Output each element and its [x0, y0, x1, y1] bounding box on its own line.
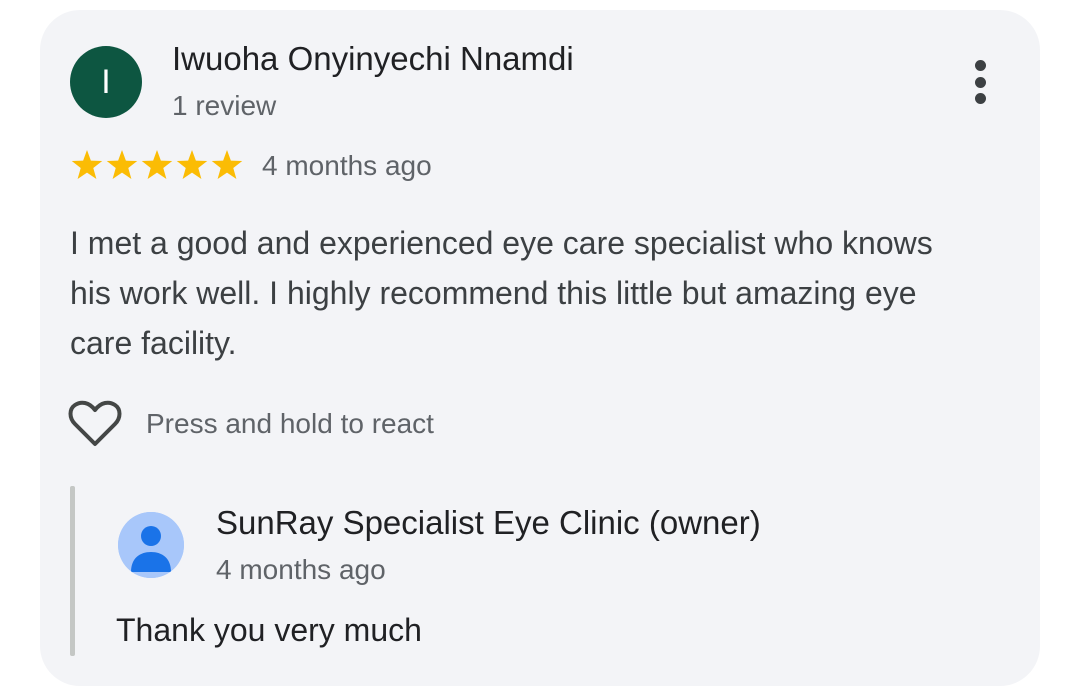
review-text: I met a good and experienced eye care sp… — [70, 225, 933, 361]
star-icon — [176, 150, 208, 179]
star-icon — [71, 150, 103, 179]
reviewer-name[interactable]: Iwuoha Onyinyechi Nnamdi — [172, 40, 574, 78]
reviewer-review-count: 1 review — [172, 90, 277, 121]
review-time: 4 months ago — [262, 150, 432, 181]
react-button[interactable]: Press and hold to react — [68, 400, 434, 448]
react-label: Press and hold to react — [146, 408, 434, 439]
star-rating — [70, 148, 244, 182]
more-vert-icon — [974, 60, 986, 71]
review-card: I Iwuoha Onyinyechi Nnamdi 1 review 4 mo… — [40, 10, 1040, 686]
star-icon — [106, 150, 138, 179]
person-icon — [118, 512, 184, 578]
more-options-button[interactable] — [960, 54, 1000, 110]
heart-outline-icon — [68, 400, 122, 446]
owner-avatar[interactable] — [118, 512, 184, 578]
more-vert-icon-dot — [974, 93, 986, 104]
owner-name[interactable]: SunRay Specialist Eye Clinic (owner) — [216, 504, 761, 542]
owner-reply-time: 4 months ago — [216, 554, 386, 585]
owner-reply-text: Thank you very much — [116, 612, 422, 648]
reviewer-avatar-initial: I — [101, 62, 111, 101]
owner-reply-divider — [70, 486, 75, 656]
more-vert-icon-dot — [974, 76, 986, 88]
reviewer-avatar[interactable]: I — [70, 46, 142, 118]
star-icon — [141, 150, 173, 179]
star-icon — [211, 150, 243, 179]
